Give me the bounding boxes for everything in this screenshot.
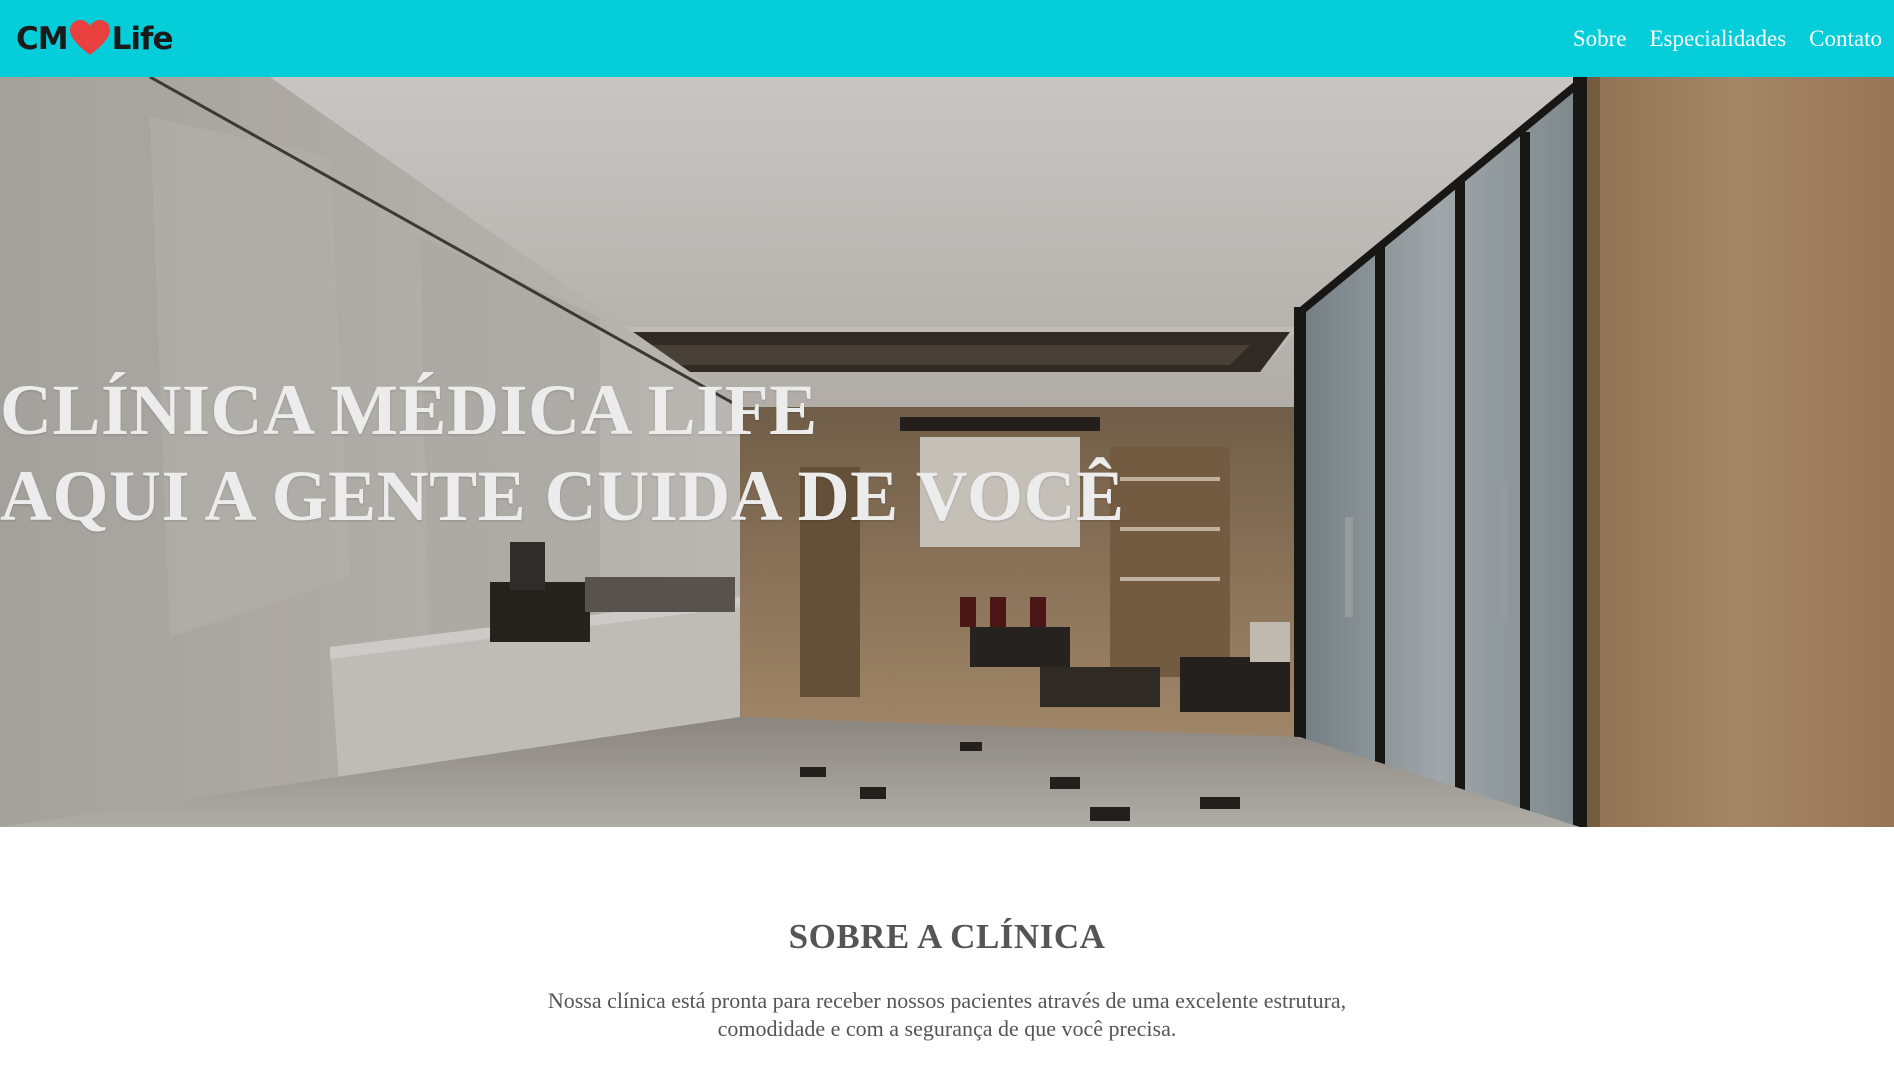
main-nav: Sobre Especialidades Contato: [1550, 26, 1882, 52]
nav-link-sobre[interactable]: Sobre: [1573, 26, 1627, 52]
logo-suffix: Life: [111, 20, 174, 57]
about-section: SOBRE A CLÍNICA Nossa clínica está pront…: [0, 827, 1894, 1075]
about-text: Nossa clínica está pronta para receber n…: [497, 987, 1397, 1043]
about-text-line1: Nossa clínica está pronta para receber n…: [547, 988, 1347, 1013]
hero-banner: CLÍNICA MÉDICA LIFE AQUI A GENTE CUIDA D…: [0, 77, 1894, 827]
nav-link-especialidades[interactable]: Especialidades: [1649, 26, 1786, 52]
heart-icon: [69, 20, 110, 55]
logo-prefix: CM: [16, 20, 69, 57]
about-heading: SOBRE A CLÍNICA: [788, 917, 1106, 956]
hero-title-line2: AQUI A GENTE CUIDA DE VOCÊ: [0, 456, 1125, 536]
about-text-line2: comodidade e com a segurança de que você…: [717, 1016, 1177, 1041]
hero-title: CLÍNICA MÉDICA LIFE AQUI A GENTE CUIDA D…: [0, 367, 1124, 539]
top-navbar: CM Life Sobre Especialidades Contato: [0, 0, 1894, 77]
nav-link-contato[interactable]: Contato: [1809, 26, 1882, 52]
site-logo[interactable]: CM Life: [16, 20, 174, 57]
hero-title-line1: CLÍNICA MÉDICA LIFE: [0, 370, 818, 450]
